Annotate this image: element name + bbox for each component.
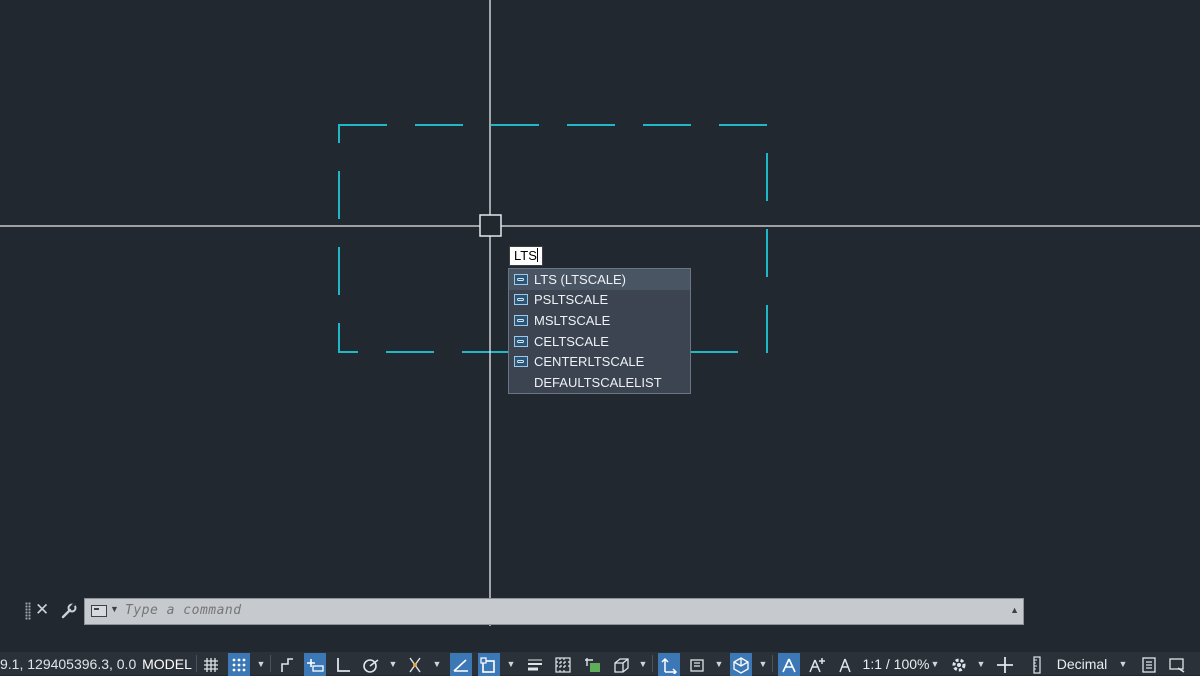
suggestion-label: DEFAULTSCALELIST — [534, 374, 662, 390]
workspace-gear-icon[interactable] — [948, 653, 970, 676]
text-caret — [536, 248, 538, 262]
chevron-down-icon[interactable]: ▼ — [388, 652, 398, 675]
command-line[interactable]: ▼ ▲ — [84, 598, 1024, 625]
infer-constraints-icon[interactable] — [276, 653, 298, 676]
annotation-monitor-icon[interactable] — [994, 653, 1016, 676]
chevron-down-icon[interactable]: ▼ — [638, 652, 648, 675]
chevron-down-icon[interactable]: ▼ — [976, 652, 986, 675]
ortho-icon[interactable] — [332, 653, 354, 676]
selection-cycling-icon[interactable] — [582, 653, 604, 676]
divider — [652, 655, 653, 672]
object-snap-icon[interactable] — [478, 653, 500, 676]
pickbox — [479, 214, 502, 237]
dynamic-input-value: LTS — [514, 248, 537, 263]
command-line-grip-handle[interactable] — [25, 602, 31, 620]
suggestion-item[interactable]: PSLTSCALE — [509, 290, 690, 311]
chevron-down-icon[interactable]: ▼ — [930, 652, 940, 675]
chevron-down-icon[interactable]: ▼ — [432, 652, 442, 675]
chevron-down-icon[interactable]: ▼ — [506, 652, 516, 675]
command-input[interactable] — [125, 603, 985, 618]
suggestion-item[interactable]: LTS (LTSCALE) — [509, 269, 690, 290]
model-space-button[interactable]: MODEL — [140, 652, 194, 675]
suggestion-label: CELTSCALE — [534, 333, 609, 349]
coordinate-readout[interactable]: 9.1, 129405396.3, 0.0 — [0, 652, 138, 675]
suggestion-label: PSLTSCALE — [534, 292, 609, 308]
divider — [772, 655, 773, 672]
polar-tracking-icon[interactable] — [360, 653, 382, 676]
suggestion-item[interactable]: MSLTSCALE — [509, 310, 690, 331]
units-value[interactable]: Decimal — [1052, 652, 1112, 675]
dynamic-input-field[interactable]: LTS — [509, 246, 543, 266]
transparency-icon[interactable] — [552, 653, 574, 676]
object-snap-tracking-icon[interactable] — [450, 653, 472, 676]
selection-filter-icon[interactable] — [686, 653, 708, 676]
annotation-scale-icon[interactable] — [834, 653, 856, 676]
chevron-down-icon[interactable]: ▼ — [256, 652, 266, 675]
command-prompt-icon[interactable] — [91, 605, 107, 617]
close-icon[interactable]: ✕ — [35, 600, 49, 620]
chevron-down-icon[interactable]: ▼ — [758, 652, 768, 675]
auto-scale-icon[interactable] — [806, 653, 828, 676]
sysvar-icon — [514, 335, 528, 347]
suggestion-item[interactable]: CELTSCALE — [509, 331, 690, 352]
autocomplete-list[interactable]: LTS (LTSCALE) PSLTSCALE MSLTSCALE CELTSC… — [508, 268, 691, 394]
dynamic-input-icon[interactable] — [304, 653, 326, 676]
blank-icon — [514, 377, 528, 388]
units-icon[interactable] — [1026, 653, 1048, 676]
customize-icon[interactable] — [1166, 653, 1188, 676]
divider — [196, 655, 197, 672]
sysvar-icon — [514, 294, 528, 306]
isometric-icon[interactable] — [404, 653, 426, 676]
lineweight-icon[interactable] — [524, 653, 546, 676]
suggestion-item[interactable]: DEFAULTSCALELIST — [509, 372, 690, 393]
dynamic-ucs-icon[interactable] — [658, 653, 680, 676]
3d-object-snap-icon[interactable] — [610, 653, 632, 676]
sysvar-icon — [514, 273, 528, 285]
quick-properties-icon[interactable] — [1138, 653, 1160, 676]
status-bar: 9.1, 129405396.3, 0.0 MODEL ▼ ▼ ▼ ▼ ▼ ▼ … — [0, 652, 1200, 676]
suggestion-label: MSLTSCALE — [534, 312, 611, 328]
snap-mode-icon[interactable] — [228, 653, 250, 676]
sysvar-icon — [514, 314, 528, 326]
wrench-icon[interactable] — [60, 602, 78, 620]
chevron-down-icon[interactable]: ▼ — [1118, 652, 1128, 675]
suggestion-label: CENTERLTSCALE — [534, 354, 645, 370]
grid-icon[interactable] — [200, 653, 222, 676]
suggestion-item[interactable]: CENTERLTSCALE — [509, 351, 690, 372]
suggestion-label: LTS (LTSCALE) — [534, 271, 626, 287]
chevron-down-icon[interactable]: ▼ — [714, 652, 724, 675]
gizmo-icon[interactable] — [730, 653, 752, 676]
divider — [270, 655, 271, 672]
chevron-up-icon[interactable]: ▲ — [1010, 605, 1019, 615]
annotation-scale-value[interactable]: 1:1 / 100% — [862, 652, 930, 675]
chevron-down-icon[interactable]: ▼ — [110, 604, 119, 614]
annotation-visibility-icon[interactable] — [778, 653, 800, 676]
sysvar-icon — [514, 356, 528, 368]
